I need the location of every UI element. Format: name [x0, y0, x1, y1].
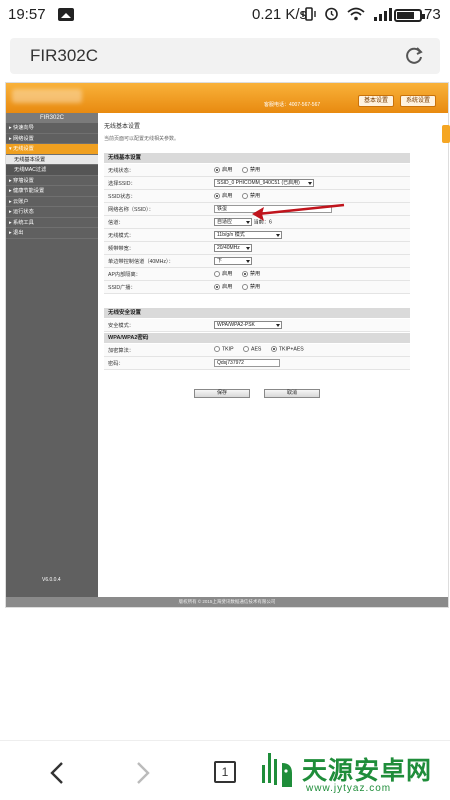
android-logo-icon: [262, 753, 292, 787]
browser-bottom-nav: 1 天源安卓网 www.jytyaz.com: [0, 740, 450, 800]
router-admin-page: 客服电话：4007-567-567 基本设置 系统设置 FIR302C ▸ 快速…: [5, 82, 450, 608]
back-icon[interactable]: [48, 761, 68, 785]
tabs-button[interactable]: 1: [214, 761, 236, 783]
page-url[interactable]: FIR302C: [30, 46, 98, 66]
alarm-icon: [325, 7, 338, 21]
watermark-title: 天源安卓网: [302, 757, 433, 785]
vibrate-icon: [302, 7, 316, 21]
annotation-arrow-icon: [252, 203, 345, 221]
status-bar: 19:57 0.21 K/s 73: [0, 0, 450, 30]
battery-icon: [394, 9, 425, 22]
image-icon: [58, 8, 74, 21]
refresh-icon[interactable]: [404, 46, 424, 66]
network-speed: 0.21 K/s: [252, 6, 308, 23]
signal-icon: [373, 8, 392, 21]
address-bar[interactable]: FIR302C: [10, 38, 440, 74]
watermark: 天源安卓网 www.jytyaz.com: [256, 749, 446, 797]
status-time: 19:57: [8, 6, 46, 23]
wifi-icon: [347, 7, 365, 21]
forward-icon[interactable]: [132, 761, 152, 785]
status-icons: [302, 6, 395, 24]
battery-level: 73: [424, 6, 441, 23]
watermark-url: www.jytyaz.com: [306, 783, 392, 794]
